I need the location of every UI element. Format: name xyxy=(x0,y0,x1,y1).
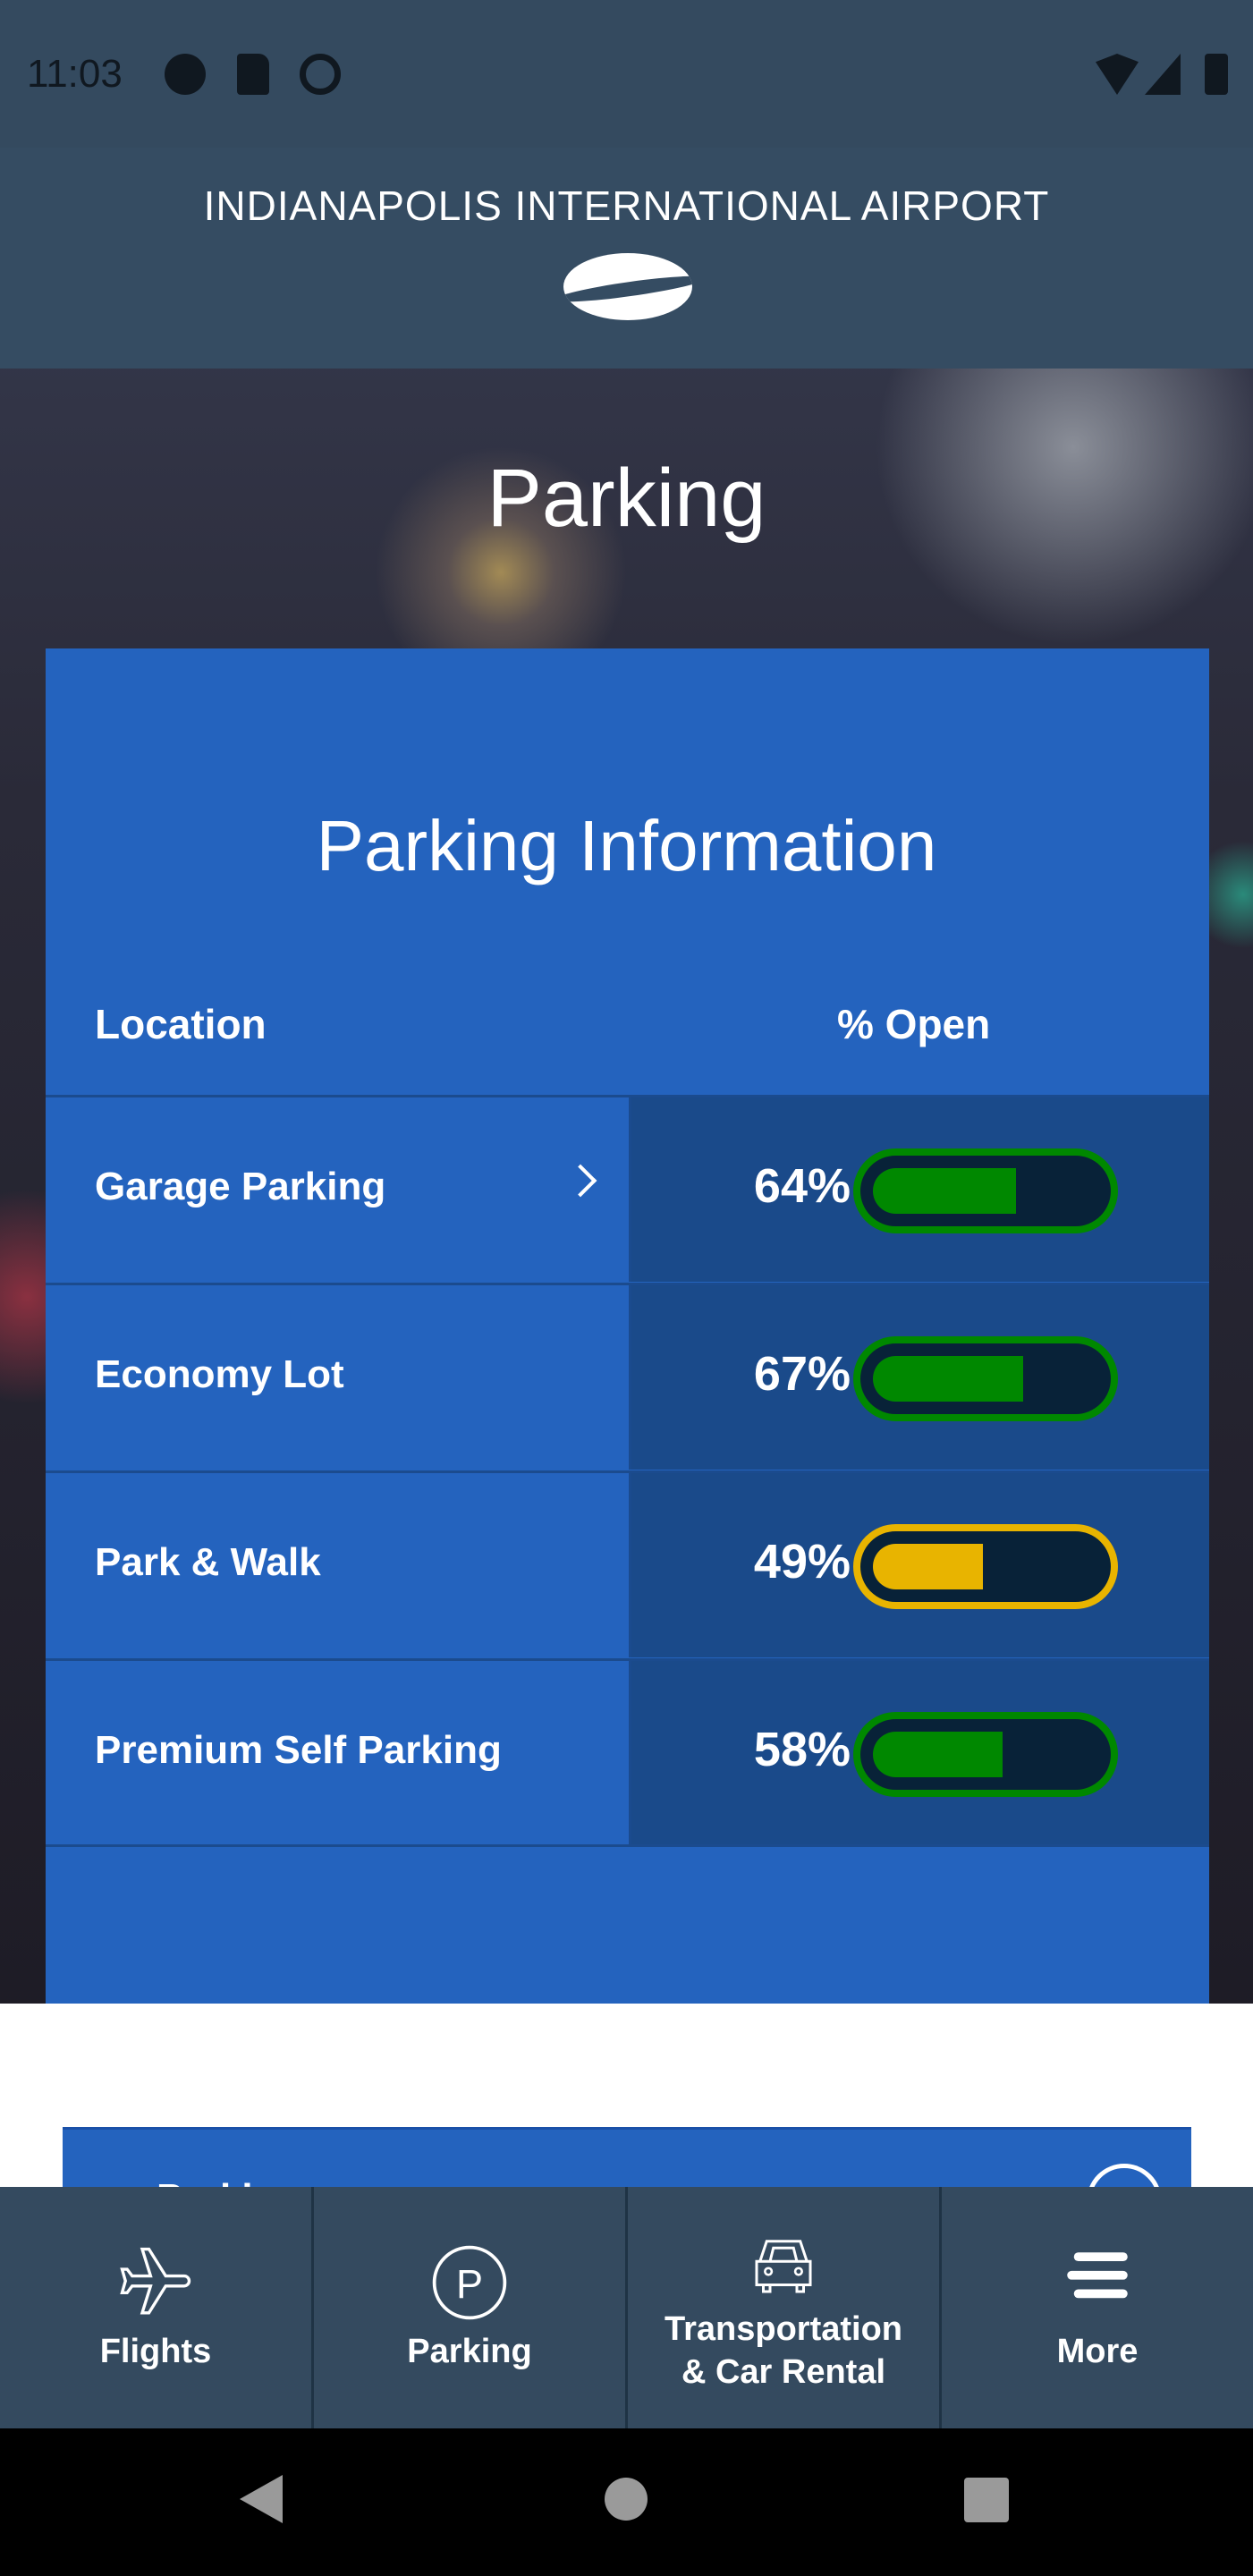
table-row: Economy Lot 67% xyxy=(46,1283,1209,1470)
column-header-open: % Open xyxy=(837,1001,991,1047)
signal-icon xyxy=(1145,54,1181,95)
svg-text:P: P xyxy=(456,2261,483,2307)
capacity-bar xyxy=(853,1336,1118,1421)
table-row[interactable]: Garage Parking 64% xyxy=(46,1095,1209,1282)
tab-parking[interactable]: P Parking xyxy=(314,2187,628,2428)
status-bar: 11:03 xyxy=(0,0,1253,148)
system-nav-bar xyxy=(0,2428,1253,2576)
open-cell: 64% xyxy=(629,1097,1209,1282)
page-title: Parking xyxy=(487,453,766,544)
capacity-bar xyxy=(853,1148,1118,1233)
airport-name: INDIANAPOLIS INTERNATIONAL AIRPORT xyxy=(203,182,1050,229)
bottom-nav: Flights P Parking Transportation & Car Re… xyxy=(0,2187,1253,2428)
sd-card-icon xyxy=(237,54,269,95)
menu-icon xyxy=(1067,2252,1128,2299)
airport-logo xyxy=(563,253,692,320)
percent-open: 67% xyxy=(753,1347,851,1401)
parking-icon: P xyxy=(432,2245,507,2320)
tab-label-line2: & Car Rental xyxy=(681,2353,886,2391)
table-bottom-divider xyxy=(46,1844,1209,1847)
location-cell: Economy Lot xyxy=(46,1285,629,1470)
capacity-bar xyxy=(853,1712,1118,1797)
open-cell: 58% xyxy=(629,1661,1209,1845)
open-cell: 49% xyxy=(629,1473,1209,1657)
location-cell: Park & Walk xyxy=(46,1473,629,1657)
airplane-icon xyxy=(120,2247,191,2315)
location-name: Park & Walk xyxy=(95,1540,321,1584)
tab-label: More xyxy=(1056,2333,1139,2370)
home-button[interactable] xyxy=(605,2478,648,2521)
percent-open: 49% xyxy=(753,1535,851,1589)
percent-open: 64% xyxy=(753,1159,851,1213)
tab-label: Transportation & Car Rental xyxy=(628,2308,939,2394)
tab-label: Parking xyxy=(407,2333,532,2370)
assistant-icon xyxy=(165,54,206,95)
car-icon xyxy=(755,2240,812,2293)
table-row: Park & Walk 49% xyxy=(46,1470,1209,1657)
tab-transportation[interactable]: Transportation & Car Rental xyxy=(628,2187,942,2428)
capacity-bar-fill xyxy=(873,1732,1003,1777)
location-name: Garage Parking xyxy=(95,1165,386,1208)
do-not-disturb-icon xyxy=(300,54,341,95)
location-cell: Premium Self Parking xyxy=(46,1661,629,1845)
location-name: Economy Lot xyxy=(95,1352,344,1396)
wifi-icon xyxy=(1096,54,1139,95)
chevron-right-icon[interactable] xyxy=(563,1164,597,1198)
open-cell: 67% xyxy=(629,1285,1209,1470)
battery-icon xyxy=(1205,54,1228,95)
capacity-bar xyxy=(853,1524,1118,1609)
tab-label: Flights xyxy=(99,2333,212,2370)
percent-open: 58% xyxy=(753,1723,851,1776)
capacity-bar-fill xyxy=(873,1168,1016,1214)
capacity-bar-fill xyxy=(873,1356,1023,1402)
capacity-bar-fill xyxy=(873,1544,983,1589)
tab-label-line1: Transportation xyxy=(664,2310,903,2348)
tab-flights[interactable]: Flights xyxy=(0,2187,314,2428)
status-time: 11:03 xyxy=(27,52,123,96)
tab-more[interactable]: More xyxy=(942,2187,1253,2428)
location-name: Premium Self Parking xyxy=(95,1728,502,1772)
recents-button[interactable] xyxy=(964,2478,1009,2522)
table-row: Premium Self Parking 58% xyxy=(46,1658,1209,1845)
card-title: Parking Information xyxy=(316,806,937,886)
back-button[interactable] xyxy=(240,2475,283,2523)
location-cell: Garage Parking xyxy=(46,1097,629,1282)
column-header-location: Location xyxy=(95,1001,267,1047)
